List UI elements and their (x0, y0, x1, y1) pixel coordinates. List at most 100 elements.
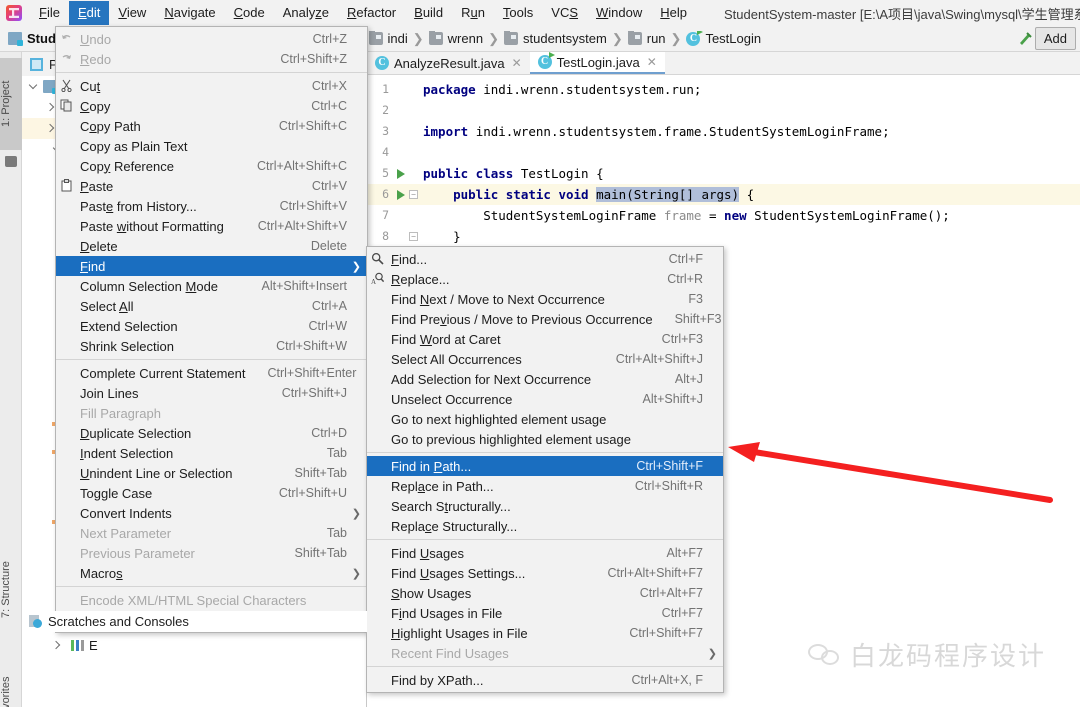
menu-item-label: Redo (80, 51, 112, 67)
menu-item-accel: Ctrl+X (311, 79, 347, 93)
menu-item-previous-parameter[interactable]: Previous Parameter Shift+Tab (56, 543, 367, 563)
menu-build[interactable]: Build (405, 1, 452, 25)
scratches-and-consoles-row[interactable]: Scratches and Consoles (23, 611, 367, 632)
menu-edit[interactable]: Edit (68, 1, 110, 25)
tab-testlogin[interactable]: C TestLogin.java ✕ (529, 52, 665, 74)
close-icon[interactable]: ✕ (647, 55, 657, 69)
breadcrumb-item-wrenn[interactable]: wrenn ❯ (428, 30, 504, 47)
menu-vcs[interactable]: VCS (542, 1, 587, 25)
menu-item-complete-current-statement[interactable]: Complete Current Statement Ctrl+Shift+Ent… (56, 363, 367, 383)
menu-item-select-all[interactable]: Select All Ctrl+A (56, 296, 367, 316)
menu-item-replace-in-path[interactable]: Replace in Path... Ctrl+Shift+R (367, 476, 723, 496)
menu-item-copy[interactable]: Copy Ctrl+C (56, 96, 367, 116)
menu-item-join-lines[interactable]: Join Lines Ctrl+Shift+J (56, 383, 367, 403)
menu-view[interactable]: View (109, 1, 155, 25)
menu-help[interactable]: Help (651, 1, 696, 25)
menu-item-label: Paste without Formatting (80, 218, 224, 234)
run-gutter-icon[interactable] (397, 190, 405, 200)
menu-item-go-to-next-highlighted-usage[interactable]: Go to next highlighted element usage (367, 409, 723, 429)
menu-item-find[interactable]: Find ❯ (56, 256, 367, 276)
menu-item-paste-from-history[interactable]: Paste from History... Ctrl+Shift+V (56, 196, 367, 216)
menu-item-show-usages[interactable]: Show Usages Ctrl+Alt+F7 (367, 583, 723, 603)
menu-item-accel: Ctrl+Shift+C (278, 119, 347, 133)
line-number: 5 (382, 166, 389, 180)
menu-item-find-next[interactable]: Find Next / Move to Next Occurrence F3 (367, 289, 723, 309)
menu-refactor[interactable]: Refactor (338, 1, 405, 25)
sidebar-item-favorites[interactable]: 2: Favorites (0, 655, 22, 707)
chevron-right-icon[interactable] (50, 639, 63, 652)
menu-code[interactable]: Code (225, 1, 274, 25)
menu-item-find-previous[interactable]: Find Previous / Move to Previous Occurre… (367, 309, 723, 329)
menu-item-undo[interactable]: Undo Ctrl+Z (56, 29, 367, 49)
tab-analyzeresult[interactable]: C AnalyzeResult.java ✕ (367, 52, 530, 74)
menu-tools[interactable]: Tools (494, 1, 542, 25)
code-editor[interactable]: 1 package indi.wrenn.studentsystem.run; 2… (367, 75, 1080, 268)
menu-item-add-selection-for-next-occurrence[interactable]: Add Selection for Next Occurrence Alt+J (367, 369, 723, 389)
menu-run[interactable]: Run (452, 1, 494, 25)
add-configuration-button[interactable]: Add (1034, 27, 1076, 50)
menu-item-accel: Ctrl+Z (312, 32, 347, 46)
menu-item-cut[interactable]: Cut Ctrl+X (56, 76, 367, 96)
menu-item-macros[interactable]: Macros ❯ (56, 563, 367, 583)
menu-item-find-usages-settings[interactable]: Find Usages Settings... Ctrl+Alt+Shift+F7 (367, 563, 723, 583)
menu-item-encode-xml-html-special-characters[interactable]: Encode XML/HTML Special Characters (56, 590, 367, 610)
line-number: 3 (382, 124, 389, 138)
menu-item-redo[interactable]: Redo Ctrl+Shift+Z (56, 49, 367, 69)
menu-separator (56, 72, 367, 73)
run-gutter-icon[interactable] (397, 169, 405, 179)
menu-navigate[interactable]: Navigate (155, 1, 224, 25)
menu-item-copy-path[interactable]: Copy Path Ctrl+Shift+C (56, 116, 367, 136)
menu-item-select-all-occurrences[interactable]: Select All Occurrences Ctrl+Alt+Shift+J (367, 349, 723, 369)
tab-label: AnalyzeResult.java (394, 55, 505, 71)
ide-window: File Edit View Navigate Code Analyze Ref… (0, 0, 1080, 707)
menu-item-unselect-occurrence[interactable]: Unselect Occurrence Alt+Shift+J (367, 389, 723, 409)
sidebar-item-structure[interactable]: 7: Structure (0, 535, 22, 645)
menu-item-paste-without-formatting[interactable]: Paste without Formatting Ctrl+Alt+Shift+V (56, 216, 367, 236)
menu-item-label: Copy as Plain Text (80, 138, 188, 154)
menu-analyze[interactable]: Analyze (274, 1, 338, 25)
menu-window[interactable]: Window (587, 1, 651, 25)
menu-item-search-structurally[interactable]: Search Structurally... (367, 496, 723, 516)
fold-icon[interactable]: − (409, 232, 418, 241)
menu-item-duplicate-selection[interactable]: Duplicate Selection Ctrl+D (56, 423, 367, 443)
menu-item-find-usages-in-file[interactable]: Find Usages in File Ctrl+F7 (367, 603, 723, 623)
menu-item-find-dialog[interactable]: Find... Ctrl+F (367, 249, 723, 269)
menu-item-unindent-line-or-selection[interactable]: Unindent Line or Selection Shift+Tab (56, 463, 367, 483)
menu-item-indent-selection[interactable]: Indent Selection Tab (56, 443, 367, 463)
menu-item-find-word-at-caret[interactable]: Find Word at Caret Ctrl+F3 (367, 329, 723, 349)
breadcrumb-item-run[interactable]: run ❯ (627, 30, 687, 47)
menu-item-copy-reference[interactable]: Copy Reference Ctrl+Alt+Shift+C (56, 156, 367, 176)
menu-item-next-parameter[interactable]: Next Parameter Tab (56, 523, 367, 543)
code-text: public class TestLogin { (423, 166, 604, 181)
menu-item-find-in-path[interactable]: Find in Path... Ctrl+Shift+F (367, 456, 723, 476)
structure-row-e[interactable]: E (50, 638, 98, 653)
menu-item-fill-paragraph[interactable]: Fill Paragraph (56, 403, 367, 423)
chevron-down-icon[interactable] (28, 80, 41, 93)
menu-item-highlight-usages-in-file[interactable]: Highlight Usages in File Ctrl+Shift+F7 (367, 623, 723, 643)
menu-item-go-to-previous-highlighted-usage[interactable]: Go to previous highlighted element usage (367, 429, 723, 449)
breadcrumb-item-testlogin[interactable]: C TestLogin (686, 30, 761, 46)
menu-item-copy-as-plain-text[interactable]: Copy as Plain Text (56, 136, 367, 156)
menu-item-replace-dialog[interactable]: A Replace... Ctrl+R (367, 269, 723, 289)
breadcrumb-item-studentsystem[interactable]: studentsystem ❯ (504, 30, 628, 47)
gutter-marks (393, 121, 423, 142)
breadcrumb-item-indi[interactable]: indi ❯ (368, 30, 429, 47)
hammer-icon[interactable] (1015, 29, 1035, 49)
close-icon[interactable]: ✕ (512, 56, 522, 70)
menu-item-paste[interactable]: Paste Ctrl+V (56, 176, 367, 196)
menu-item-recent-find-usages[interactable]: Recent Find Usages ❯ (367, 643, 723, 663)
menu-item-extend-selection[interactable]: Extend Selection Ctrl+W (56, 316, 367, 336)
menu-item-label: Replace Structurally... (391, 518, 518, 534)
menu-item-delete[interactable]: Delete Delete (56, 236, 367, 256)
menu-separator (56, 359, 367, 360)
menu-item-shrink-selection[interactable]: Shrink Selection Ctrl+Shift+W (56, 336, 367, 356)
menu-item-find-by-xpath[interactable]: Find by XPath... Ctrl+Alt+X, F (367, 670, 723, 690)
sidebar-item-project[interactable]: 1: Project (0, 58, 22, 150)
menu-item-replace-structurally[interactable]: Replace Structurally... (367, 516, 723, 536)
menu-item-column-selection-mode[interactable]: Column Selection Mode Alt+Shift+Insert (56, 276, 367, 296)
menu-item-find-usages[interactable]: Find Usages Alt+F7 (367, 543, 723, 563)
menu-item-toggle-case[interactable]: Toggle Case Ctrl+Shift+U (56, 483, 367, 503)
menu-file[interactable]: File (30, 1, 69, 25)
menu-item-convert-indents[interactable]: Convert Indents ❯ (56, 503, 367, 523)
fold-icon[interactable]: − (409, 190, 418, 199)
